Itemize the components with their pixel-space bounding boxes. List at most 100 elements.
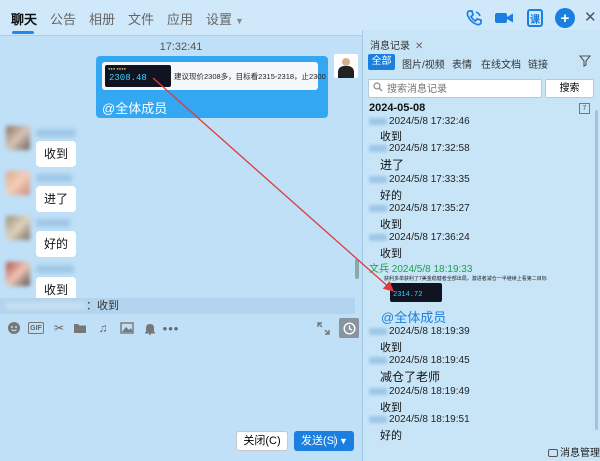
- expand-icon[interactable]: [316, 321, 330, 335]
- list-item[interactable]: 收到: [380, 245, 402, 261]
- send-button[interactable]: 发送(S) ▼: [294, 431, 354, 451]
- video-icon[interactable]: [494, 8, 514, 28]
- message-icon: [548, 449, 558, 458]
- sender-name: [36, 129, 76, 137]
- bell-icon[interactable]: [143, 321, 157, 335]
- card-text: 获利多单获利了7美金稳健者全部出局，激进者减仓一半继续上看第二目标: [384, 276, 547, 282]
- message-management-label: 消息管理: [560, 448, 600, 459]
- record-meta: 2024/5/8 17:32:58: [369, 143, 470, 154]
- search-input[interactable]: [387, 82, 537, 96]
- my-message-bubble[interactable]: ●●● ●●●● 2308.48 建议现价2308多，目标看2315-2318，…: [96, 56, 328, 118]
- my-avatar[interactable]: [334, 54, 358, 78]
- ke-icon[interactable]: 课: [527, 9, 543, 27]
- mention-all: @全体成员: [102, 101, 168, 116]
- scissors-icon[interactable]: ✂: [52, 321, 66, 335]
- send-button-label: 发送(S): [301, 435, 338, 447]
- tab-images-videos[interactable]: 图片/视频: [402, 56, 445, 71]
- search-icon: [373, 82, 383, 95]
- chat-area: 17:32:41 ●●● ●●●● 2308.48 建议现价2308多，目标看2…: [0, 37, 362, 303]
- thumbnail-price: 2314.72: [393, 291, 423, 299]
- avatar[interactable]: [6, 216, 30, 240]
- card-thumbnail: ●●● ●●●● 2308.48: [105, 65, 171, 87]
- tab-announcement[interactable]: 公告: [50, 9, 76, 28]
- sender-name: [36, 174, 72, 182]
- record-meta: 2024/5/8 17:35:27: [369, 203, 470, 214]
- list-item[interactable]: 好的: [380, 187, 402, 203]
- record-time: 2024/5/8 18:19:39: [389, 326, 470, 337]
- record-meta: 2024/5/8 17:33:35: [369, 174, 470, 185]
- list-item[interactable]: 减仓了老师: [380, 368, 440, 385]
- record-time: 2024/5/8 17:32:58: [389, 143, 470, 154]
- record-meta: 2024/5/8 17:36:24: [369, 232, 470, 243]
- panel-scrollbar[interactable]: [595, 110, 598, 430]
- thumbnail-header: ●●● ●●●●: [108, 66, 127, 71]
- chat-timestamp: 17:32:41: [159, 41, 203, 53]
- list-item[interactable]: 收到: [380, 128, 402, 144]
- tab-settings[interactable]: 设置 ▼: [206, 9, 244, 28]
- panel-title: 消息记录 ✕: [370, 37, 423, 52]
- chevron-down-icon[interactable]: ▼: [339, 431, 348, 451]
- tab-links[interactable]: 链接: [528, 56, 548, 71]
- message-management-link[interactable]: 消息管理: [548, 444, 600, 459]
- tab-album[interactable]: 相册: [89, 9, 115, 28]
- thumbnail-price: 2308.48: [109, 73, 147, 83]
- avatar[interactable]: [6, 126, 30, 150]
- tab-all[interactable]: 全部: [368, 54, 395, 70]
- history-icon[interactable]: [339, 318, 359, 338]
- message-input-area[interactable]: [0, 342, 362, 428]
- list-item[interactable]: 收到: [380, 399, 402, 415]
- list-item[interactable]: 进了: [36, 186, 77, 212]
- folder-icon[interactable]: [73, 321, 87, 335]
- phone-icon[interactable]: [464, 8, 484, 28]
- record-meta: 2024/5/8 17:32:46: [369, 116, 470, 127]
- card-thumbnail: 2314.72: [390, 283, 442, 302]
- music-icon[interactable]: ♫: [96, 321, 110, 335]
- image-icon[interactable]: [120, 321, 134, 335]
- quote-bar[interactable]: ：收到: [0, 298, 355, 314]
- avatar[interactable]: [6, 171, 30, 195]
- list-item[interactable]: 收到: [36, 141, 77, 167]
- shared-card[interactable]: 获利多单获利了7美金稳健者全部出局，激进者减仓一半继续上看第二目标 2314.7…: [380, 272, 586, 303]
- calendar-icon[interactable]: 7: [579, 103, 590, 114]
- mention-all: @全体成员: [381, 310, 447, 325]
- close-button[interactable]: 关闭(C): [236, 431, 288, 451]
- more-icon[interactable]: •••: [163, 321, 179, 336]
- tab-stickers[interactable]: 表情: [452, 56, 472, 71]
- avatar[interactable]: [6, 262, 30, 286]
- record-time: 2024/5/8 17:35:27: [389, 203, 470, 214]
- list-item[interactable]: 进了: [380, 156, 404, 173]
- chat-scrollbar[interactable]: [355, 259, 359, 279]
- chevron-down-icon: ▼: [235, 16, 244, 26]
- record-time: 2024/5/8 17:33:35: [389, 174, 470, 185]
- tab-online-docs[interactable]: 在线文档: [481, 56, 521, 71]
- panel-title-text: 消息记录: [370, 41, 410, 52]
- record-meta: 2024/5/8 18:19:45: [369, 355, 470, 366]
- record-meta: 2024/5/8 18:19:39: [369, 326, 470, 337]
- emoji-icon[interactable]: [7, 321, 21, 335]
- record-meta: 2024/5/8 18:19:49: [369, 386, 470, 397]
- search-box[interactable]: [368, 79, 542, 98]
- close-icon[interactable]: ✕: [415, 41, 423, 52]
- list-item[interactable]: 好的: [36, 231, 77, 257]
- list-item[interactable]: 收到: [380, 216, 402, 232]
- search-button[interactable]: 搜索: [545, 79, 594, 98]
- quote-text: ：收到: [86, 300, 119, 312]
- gif-icon[interactable]: GIF: [28, 322, 44, 334]
- record-time: 2024/5/8 17:32:46: [389, 116, 470, 127]
- plus-icon[interactable]: +: [555, 8, 575, 28]
- shared-card[interactable]: ●●● ●●●● 2308.48 建议现价2308多，目标看2315-2318，…: [102, 62, 326, 90]
- tab-chat[interactable]: 聊天: [11, 9, 37, 28]
- filter-icon[interactable]: [578, 55, 592, 70]
- tab-settings-label: 设置: [206, 12, 233, 27]
- record-meta: 2024/5/8 18:19:51: [369, 414, 470, 425]
- tab-files[interactable]: 文件: [128, 9, 154, 28]
- list-item[interactable]: 好的: [380, 427, 402, 443]
- list-item[interactable]: 收到: [380, 339, 402, 355]
- record-time: 2024/5/8 18:19:51: [389, 414, 470, 425]
- tab-apps[interactable]: 应用: [167, 9, 193, 28]
- record-time: 2024/5/8 18:19:49: [389, 386, 470, 397]
- sender-name: [36, 219, 70, 227]
- close-icon[interactable]: ✕: [584, 8, 597, 26]
- send-divider: [334, 434, 335, 448]
- card-text: 建议现价2308多，目标看2315-2318，止2300: [174, 72, 326, 81]
